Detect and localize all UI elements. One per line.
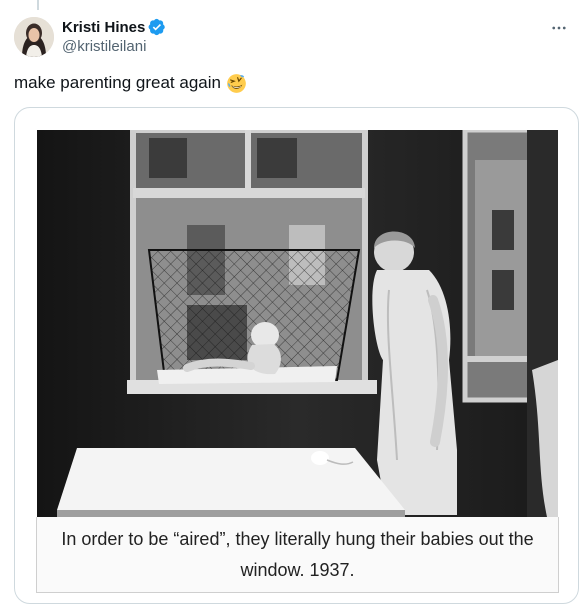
tweet-text: make parenting great again xyxy=(14,73,221,92)
name-row: Kristi Hines xyxy=(62,17,166,37)
thread-connector-line xyxy=(37,0,39,10)
author-handle[interactable]: @kristileilani xyxy=(62,38,166,55)
avatar[interactable] xyxy=(14,17,54,57)
photo-illustration xyxy=(37,130,558,517)
tweet-text-row: make parenting great again xyxy=(14,72,247,94)
baby-in-window-cage-photo[interactable] xyxy=(37,130,558,517)
verified-badge-icon[interactable] xyxy=(148,18,166,36)
more-horizontal-icon[interactable] xyxy=(548,17,570,39)
tweet-header: Kristi Hines @kristileilani xyxy=(14,17,570,59)
avatar-image xyxy=(14,17,54,57)
author-display-name[interactable]: Kristi Hines xyxy=(62,19,145,36)
author-names: Kristi Hines @kristileilani xyxy=(62,17,166,55)
media-card[interactable]: In order to be “aired”, they literally h… xyxy=(14,107,579,604)
rolling-on-floor-laughing-emoji-icon xyxy=(226,73,247,94)
photo-caption: In order to be “aired”, they literally h… xyxy=(36,517,559,593)
photo-caption-text: In order to be “aired”, they literally h… xyxy=(61,528,534,580)
